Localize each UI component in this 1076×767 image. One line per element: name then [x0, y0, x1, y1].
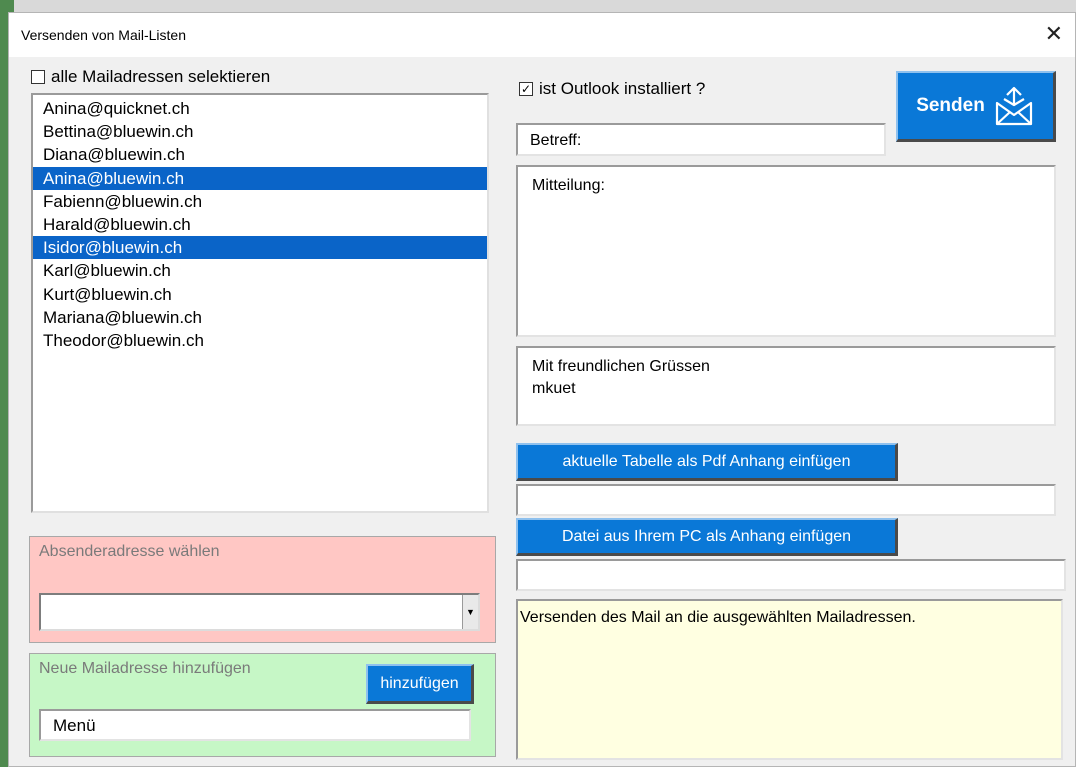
subject-value: Betreff:: [530, 132, 582, 149]
mail-send-icon: [995, 86, 1032, 126]
add-pdf-attachment-button[interactable]: aktuelle Tabelle als Pdf Anhang einfügen: [516, 443, 898, 481]
list-item[interactable]: Anina@bluewin.ch: [33, 166, 487, 190]
checkbox-box[interactable]: ✓: [519, 82, 533, 96]
list-item[interactable]: Fabienn@bluewin.ch: [33, 190, 487, 213]
chevron-down-icon[interactable]: ▼: [462, 595, 478, 629]
select-all-checkbox[interactable]: alle Mailadressen selektieren: [31, 67, 270, 87]
list-item[interactable]: Bettina@bluewin.ch: [33, 120, 487, 143]
add-address-button[interactable]: hinzufügen: [366, 664, 474, 704]
new-address-panel: Neue Mailadresse hinzufügen hinzufügen M…: [29, 653, 496, 757]
title-bar: Versenden von Mail-Listen ✕: [9, 13, 1075, 57]
list-item[interactable]: Harald@bluewin.ch: [33, 213, 487, 236]
close-icon[interactable]: ✕: [1045, 21, 1063, 47]
checkbox-box[interactable]: [31, 70, 45, 84]
message-value: Mitteilung:: [532, 177, 605, 194]
list-item[interactable]: Mariana@bluewin.ch: [33, 306, 487, 329]
add-file-attachment-button[interactable]: Datei aus Ihrem PC als Anhang einfügen: [516, 518, 898, 556]
signature-line-2: mkuet: [532, 380, 576, 397]
status-text: Versenden des Mail an die ausgewählten M…: [520, 609, 916, 626]
list-item[interactable]: Theodor@bluewin.ch: [33, 329, 487, 352]
list-item[interactable]: Karl@bluewin.ch: [33, 259, 487, 282]
pdf-attachment-field[interactable]: [516, 484, 1056, 516]
sender-select[interactable]: ▼: [39, 593, 480, 631]
list-item[interactable]: Anina@quicknet.ch: [33, 97, 487, 120]
signature-text: Mit freundlichen Grüssen mkuet: [532, 356, 710, 400]
subject-input[interactable]: Betreff:: [516, 123, 886, 156]
mail-address-list[interactable]: Anina@quicknet.ch Bettina@bluewin.ch Diana…: [31, 93, 489, 513]
list-item[interactable]: Diana@bluewin.ch: [33, 143, 487, 166]
signature-line-1: Mit freundlichen Grüssen: [532, 358, 710, 375]
file-attachment-field[interactable]: [516, 559, 1066, 591]
select-all-label: alle Mailadressen selektieren: [51, 67, 271, 86]
sender-label: Absenderadresse wählen: [39, 543, 220, 560]
outlook-checkbox[interactable]: ✓ ist Outlook installiert ?: [519, 79, 705, 99]
background-strip: [0, 0, 1076, 12]
message-textarea[interactable]: Mitteilung:: [516, 165, 1056, 337]
new-address-value: Menü: [53, 716, 96, 735]
outlook-label: ist Outlook installiert ?: [539, 79, 706, 98]
status-panel: Versenden des Mail an die ausgewählten M…: [516, 599, 1063, 760]
signature-textarea[interactable]: Mit freundlichen Grüssen mkuet: [516, 346, 1056, 426]
new-address-label: Neue Mailadresse hinzufügen: [39, 660, 251, 677]
sender-panel: Absenderadresse wählen ▼: [29, 536, 496, 643]
new-address-input[interactable]: Menü: [39, 709, 471, 741]
list-item[interactable]: Kurt@bluewin.ch: [33, 283, 487, 306]
send-button-label: Senden: [916, 95, 985, 116]
dialog-window: Versenden von Mail-Listen ✕ alle Mailadr…: [8, 12, 1076, 767]
window-title: Versenden von Mail-Listen: [21, 27, 186, 43]
list-item[interactable]: Isidor@bluewin.ch: [33, 236, 487, 260]
send-button[interactable]: Senden: [896, 71, 1056, 142]
